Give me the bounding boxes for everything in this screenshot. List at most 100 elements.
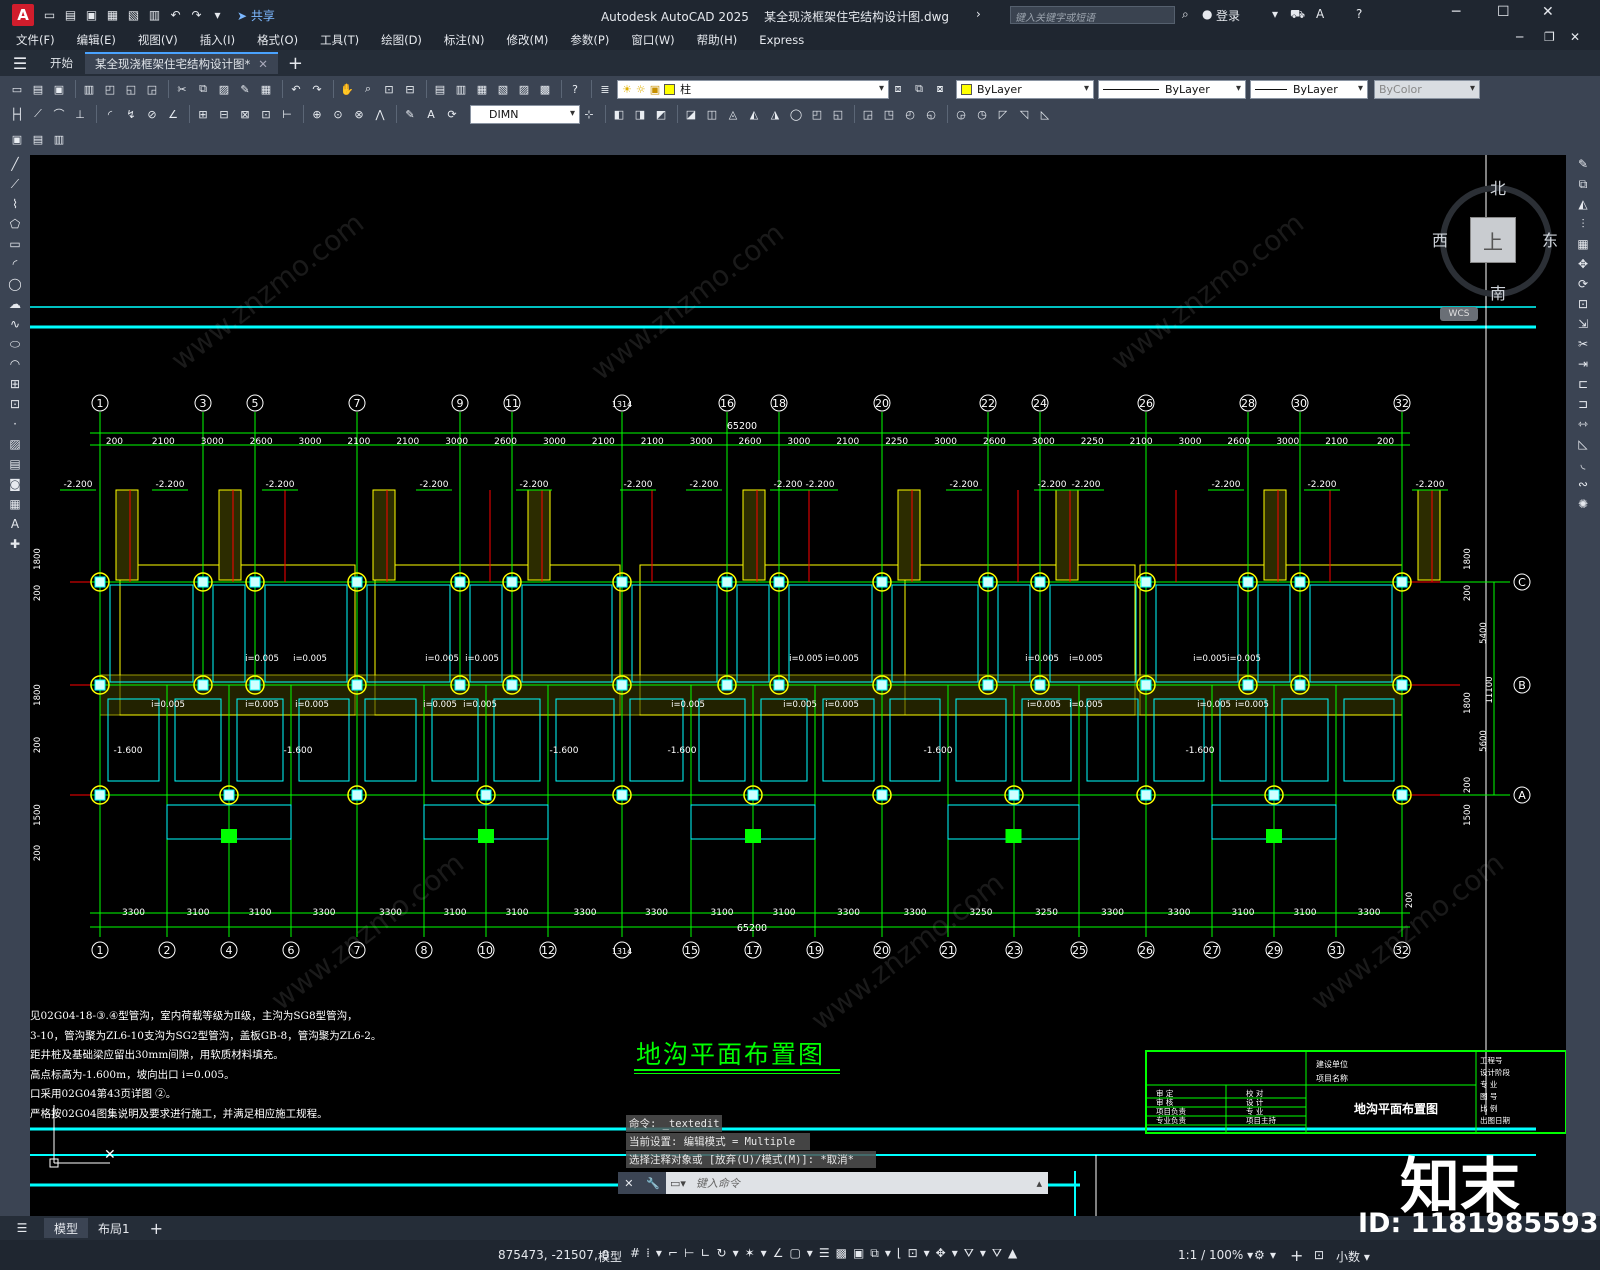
tab-start[interactable]: 开始 <box>40 52 83 74</box>
trim-icon[interactable]: ✂ <box>1578 337 1588 357</box>
move-icon[interactable]: ✥ <box>1578 257 1588 277</box>
union-icon[interactable]: ◱ <box>829 105 847 123</box>
ortho-icon[interactable]: ∟ <box>700 1246 710 1261</box>
menu-hamburger-icon[interactable]: ☰ <box>0 1218 44 1238</box>
viewcube-top-face[interactable]: 上 <box>1470 217 1516 263</box>
circle-icon[interactable]: ◯ <box>8 277 21 297</box>
menu-view[interactable]: 视图(V) <box>138 32 178 48</box>
object-snap-icon[interactable]: ▢ <box>789 1246 800 1261</box>
region-icon[interactable]: ◙ <box>9 477 21 497</box>
help-icon[interactable]: ? <box>566 80 584 98</box>
space-icon[interactable]: ⊡ <box>257 105 275 123</box>
layer-states-icon[interactable]: ⧇ <box>931 80 949 98</box>
rotate-icon[interactable]: ⟳ <box>1578 277 1588 297</box>
maximize-button[interactable]: ☐ <box>1497 4 1510 20</box>
3d-wedge-icon[interactable]: ◨ <box>631 105 649 123</box>
aligned-dim-icon[interactable]: ⟋ <box>29 105 47 123</box>
menu-draw[interactable]: 绘图(D) <box>381 32 422 48</box>
chevron-down-icon[interactable]: ▾ <box>980 1246 986 1261</box>
help-icon[interactable]: ? <box>1356 7 1362 21</box>
line-icon[interactable]: ╱ <box>11 157 18 177</box>
preview-icon[interactable]: ◰ <box>101 80 119 98</box>
tolerance-icon[interactable]: ⊕ <box>308 105 326 123</box>
minimize-button[interactable]: ─ <box>1452 4 1460 20</box>
paste-icon[interactable]: ▨ <box>215 80 233 98</box>
block-editor-icon[interactable]: ▦ <box>257 80 275 98</box>
menu-tools[interactable]: 工具(T) <box>320 32 359 48</box>
lights-icon[interactable]: ◳ <box>880 105 898 123</box>
gradient-icon[interactable]: ▤ <box>9 457 20 477</box>
setup-icon[interactable]: ◯ <box>787 105 805 123</box>
layer-manager-icon[interactable]: ≣ <box>596 80 614 98</box>
pan-icon[interactable]: ✋ <box>338 80 356 98</box>
break-icon[interactable]: ⊢ <box>278 105 296 123</box>
fillet-icon[interactable]: ◟ <box>1581 457 1586 477</box>
ucs-world-icon[interactable]: ◷ <box>973 105 991 123</box>
chevron-down-icon[interactable]: ▾ <box>885 1246 891 1261</box>
chevron-up-icon[interactable]: ▴ <box>1036 1177 1048 1190</box>
3d-cone-icon[interactable]: ◩ <box>652 105 670 123</box>
search-arrow-icon[interactable]: › <box>976 7 981 21</box>
menu-express[interactable]: Express <box>759 33 804 47</box>
selection-cycling-icon[interactable]: ▣ <box>853 1246 864 1261</box>
model-space-toggle[interactable]: 模型 <box>598 1248 622 1265</box>
diameter-icon[interactable]: ⊘ <box>143 105 161 123</box>
angular-icon[interactable]: ∠ <box>164 105 182 123</box>
autodesk-account-icon[interactable]: A <box>1316 7 1324 21</box>
polar-icon[interactable]: ↻ <box>717 1246 727 1261</box>
arc-icon[interactable]: ◜ <box>13 257 18 277</box>
cart-icon[interactable]: ⛟ <box>1290 7 1305 23</box>
extrude-icon[interactable]: ◪ <box>682 105 700 123</box>
radius-icon[interactable]: ◜ <box>101 105 119 123</box>
drawing-canvas[interactable]: ✕ 65200 65200 200 2100 3000 2600 3000 2100 2100 3… <box>30 155 1566 1216</box>
chevron-down-icon[interactable]: ▾ <box>656 1246 662 1261</box>
dim-text-edit-icon[interactable]: A <box>422 105 440 123</box>
table-icon[interactable]: ▦ <box>9 497 20 517</box>
layer-combo[interactable]: ☀ ☼ ▣ 柱 ▾ <box>617 79 889 99</box>
new-tab-button[interactable]: + <box>288 53 303 74</box>
scale-icon[interactable]: ⊡ <box>1578 297 1588 317</box>
zoom-window-icon[interactable]: ⊡ <box>380 80 398 98</box>
viewcube[interactable]: 北 南 西 东 上 <box>1432 165 1562 325</box>
tool-palettes-icon[interactable]: ▦ <box>473 80 491 98</box>
markup-icon[interactable]: ▨ <box>515 80 533 98</box>
chevron-down-icon[interactable]: ▾ <box>952 1246 958 1261</box>
customize-icon[interactable]: 🔧 <box>646 1177 660 1190</box>
attribute-icon[interactable]: ▣ <box>8 130 26 148</box>
slice-icon[interactable]: ◬ <box>724 105 742 123</box>
linetype-combo[interactable]: ByLayer ▾ <box>1098 79 1246 99</box>
center-mark-icon[interactable]: ⊙ <box>329 105 347 123</box>
attribute-edit-icon[interactable]: ▤ <box>29 130 47 148</box>
menu-parametric[interactable]: 参数(P) <box>570 32 609 48</box>
object-snap-tracking-icon[interactable]: ∠ <box>773 1246 784 1261</box>
solidedit-icon[interactable]: ◰ <box>808 105 826 123</box>
ellipse-icon[interactable]: ⬭ <box>10 337 20 357</box>
tab-close-icon[interactable]: ✕ <box>258 57 268 71</box>
ucs-face-icon[interactable]: ◹ <box>1015 105 1033 123</box>
open-icon[interactable]: ▤ <box>29 80 47 98</box>
tab-document[interactable]: 某全现浇框架住宅结构设计图* ✕ <box>85 52 278 74</box>
dim-update-icon[interactable]: ⟳ <box>443 105 461 123</box>
chevron-down-icon[interactable]: ▾ <box>924 1246 930 1261</box>
redo-icon[interactable]: ↷ <box>308 80 326 98</box>
spline-icon[interactable]: ∿ <box>10 317 20 337</box>
search-icon[interactable]: ⌕ <box>1182 7 1189 22</box>
ucs-object-icon[interactable]: ◺ <box>1036 105 1054 123</box>
gear-icon[interactable]: ⚙ <box>1254 1248 1265 1262</box>
menu-modify[interactable]: 修改(M) <box>507 32 549 48</box>
insert-block-icon[interactable]: ⊞ <box>10 377 20 397</box>
chevron-down-icon[interactable]: ▾ <box>807 1246 813 1261</box>
viewcube-east[interactable]: 东 <box>1542 227 1558 251</box>
transparency-icon[interactable]: ▩ <box>836 1246 847 1261</box>
plot-icon[interactable]: ▥ <box>80 80 98 98</box>
construction-line-icon[interactable]: ⟋ <box>11 177 19 197</box>
tab-model[interactable]: 模型 <box>44 1218 89 1238</box>
ucs-prev-icon[interactable]: ◸ <box>994 105 1012 123</box>
viewcube-north[interactable]: 北 <box>1490 175 1506 199</box>
properties-icon[interactable]: ▤ <box>431 80 449 98</box>
color-combo[interactable]: ByLayer ▾ <box>956 79 1094 99</box>
extend-icon[interactable]: ⇥ <box>1578 357 1588 377</box>
polygon-icon[interactable]: ⬠ <box>10 217 20 237</box>
jogged-linear-icon[interactable]: ⋀ <box>371 105 389 123</box>
close-icon[interactable]: ✕ <box>624 1177 633 1190</box>
